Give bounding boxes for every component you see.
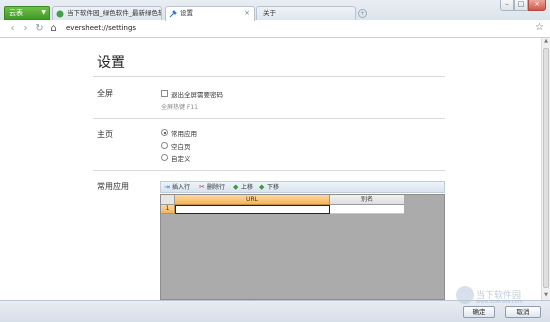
- row-number[interactable]: 1: [161, 205, 175, 214]
- minimize-icon[interactable]: –: [500, 0, 514, 11]
- insert-row-button[interactable]: ⇥ 插入行: [164, 182, 190, 193]
- apps-table: URL 别名 1: [160, 194, 445, 300]
- watermark-icon: [456, 286, 474, 304]
- divider: [93, 170, 445, 171]
- section-apps-label: 常用应用: [97, 182, 129, 191]
- url-cell[interactable]: [175, 205, 330, 214]
- insert-row-label: 插入行: [172, 184, 191, 191]
- tab-label: 当下软件园_绿色软件_最新绿色软件下载: [67, 9, 161, 17]
- watermark-logo: 当下软件园 www.downxia.com: [456, 286, 523, 316]
- homepage-option-label: 空白页: [171, 143, 191, 151]
- exit-fullscreen-password-label: 退出全屏需要密码: [171, 91, 223, 99]
- forward-icon[interactable]: ›: [20, 23, 31, 34]
- divider: [93, 118, 445, 119]
- maximize-icon[interactable]: □: [514, 0, 528, 11]
- brand-menu-button[interactable]: 云表 ▼: [4, 6, 50, 20]
- address-bar: ‹ › ↻ ⌂ eversheet://settings ☆: [0, 20, 550, 38]
- close-window-icon[interactable]: ×: [528, 0, 546, 11]
- homepage-radio-common-apps[interactable]: [161, 129, 168, 136]
- brand-label: 云表: [9, 9, 23, 17]
- divider: [93, 76, 445, 77]
- column-header-url[interactable]: URL: [175, 195, 330, 205]
- scroll-up-icon[interactable]: ▲: [542, 38, 550, 46]
- window-controls: – □ ×: [500, 0, 546, 11]
- alias-cell[interactable]: [330, 205, 404, 214]
- tab-downxia[interactable]: 当下软件园_绿色软件_最新绿色软件下载: [52, 6, 162, 20]
- homepage-option-label: 常用应用: [171, 130, 197, 138]
- tab-settings[interactable]: 设置 ×: [165, 6, 255, 21]
- fullscreen-hotkey-hint: 全屏热键 F11: [161, 104, 198, 111]
- exit-fullscreen-password-checkbox[interactable]: [161, 90, 168, 97]
- delete-row-icon: ✂: [199, 183, 205, 191]
- section-homepage-label: 主页: [97, 130, 113, 139]
- close-tab-icon[interactable]: ×: [244, 7, 250, 20]
- delete-row-label: 删除行: [207, 184, 226, 191]
- scroll-down-icon[interactable]: ▼: [542, 292, 550, 300]
- homepage-option-label: 自定义: [171, 155, 191, 163]
- delete-row-button[interactable]: ✂ 删除行: [199, 182, 225, 193]
- move-up-label: 上移: [241, 184, 254, 191]
- watermark-sub: www.downxia.com: [476, 299, 523, 305]
- chevron-down-icon: ▼: [41, 9, 46, 16]
- vertical-scrollbar[interactable]: ▲ ▼: [541, 38, 550, 300]
- column-header-alias[interactable]: 别名: [330, 195, 404, 205]
- new-tab-icon[interactable]: +: [358, 9, 367, 18]
- tab-label: 设置: [180, 9, 193, 17]
- homepage-radio-custom[interactable]: [161, 154, 168, 161]
- url-field[interactable]: eversheet://settings: [66, 24, 136, 32]
- arrow-up-icon: ◆: [233, 183, 239, 191]
- wrench-icon: [169, 10, 177, 18]
- title-bar: 云表 ▼ 当下软件园_绿色软件_最新绿色软件下载 设置 × 关于 + – □ ×: [0, 0, 550, 21]
- star-icon[interactable]: ☆: [535, 22, 544, 33]
- back-icon[interactable]: ‹: [7, 23, 18, 34]
- apps-table-toolbar: ⇥ 插入行 ✂ 删除行 ◆ 上移 ◆ 下移: [160, 181, 445, 193]
- arrow-down-icon: ◆: [259, 183, 265, 191]
- section-fullscreen-label: 全屏: [97, 89, 113, 98]
- refresh-icon[interactable]: ↻: [34, 23, 45, 34]
- move-down-label: 下移: [267, 184, 280, 191]
- tab-label: 关于: [263, 9, 276, 17]
- home-icon[interactable]: ⌂: [48, 23, 59, 34]
- move-down-button[interactable]: ◆ 下移: [259, 182, 279, 193]
- page-title: 设置: [97, 55, 125, 71]
- globe-icon: [56, 10, 64, 18]
- table-corner: [161, 195, 175, 205]
- homepage-radio-blank[interactable]: [161, 142, 168, 149]
- move-up-button[interactable]: ◆ 上移: [233, 182, 253, 193]
- scrollbar-thumb[interactable]: [543, 48, 549, 288]
- insert-row-icon: ⇥: [164, 183, 170, 191]
- tab-about[interactable]: 关于: [256, 6, 356, 20]
